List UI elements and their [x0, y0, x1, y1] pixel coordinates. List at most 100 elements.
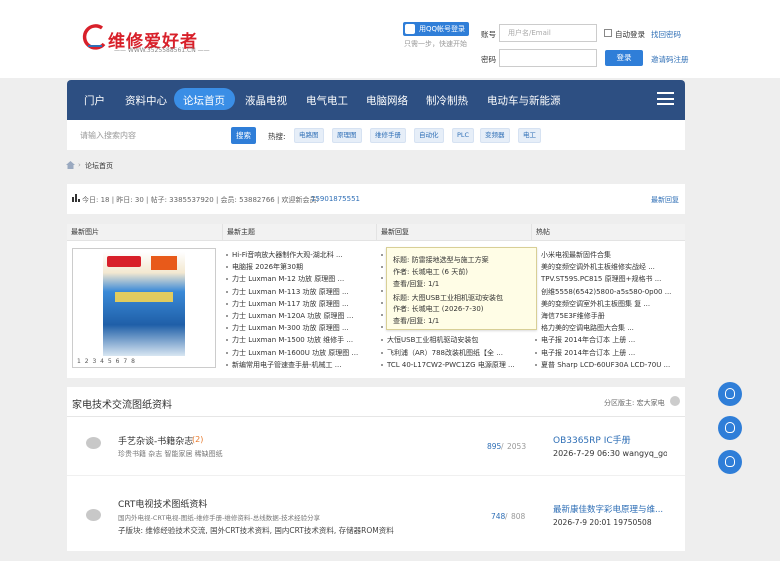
- forum-sep: /: [501, 442, 504, 451]
- last-post-title[interactable]: OB3365RP IC手册: [553, 433, 631, 446]
- hot-post-item[interactable]: 格力美的空调电路图大合集 ...: [535, 323, 681, 333]
- hot-post-item[interactable]: 海信75E3F维修手册: [535, 311, 681, 321]
- latest-topic-item[interactable]: 电脑报 2026年第30期: [226, 262, 372, 272]
- forum-subforums[interactable]: 子版块: 维修经验技术交流, 国外CRT技术资料, 国内CRT技术资料, 存储器…: [118, 525, 394, 536]
- nav-item-ev[interactable]: 电动车与新能源: [487, 93, 561, 108]
- float-wechat-button[interactable]: [718, 416, 742, 440]
- latest-reply-item[interactable]: TCL 40-L17CW2-PWC1ZG 电源原理 ...: [381, 360, 527, 370]
- latest-reply-link[interactable]: 最新回复: [651, 195, 679, 205]
- latest-topic-item-text: 新编常用电子管速查手册-机械工 ...: [232, 360, 342, 369]
- bullet-icon: [535, 339, 537, 342]
- latest-topic-item[interactable]: 力士 Luxman M-120A 功放 原理图 ...: [226, 311, 372, 321]
- tooltip-title: 标题: 大图USB工业相机驱动安装包: [393, 294, 503, 302]
- image-pager[interactable]: 1 2 3 4 5 6 7 8: [77, 358, 136, 365]
- bullet-icon: [226, 290, 228, 293]
- latest-topic-item-text: 力士 Luxman M-300 功放 原理图 ...: [232, 324, 349, 333]
- forum-new-count: (2): [192, 435, 204, 444]
- qq-login-button[interactable]: 用QQ帐号登录: [403, 22, 469, 36]
- forum-sep: /: [505, 512, 508, 521]
- section-moderator[interactable]: 分区版主: 宏大家电: [604, 398, 665, 408]
- float-qq-button[interactable]: [718, 382, 742, 406]
- hot-post-item[interactable]: 夏普 Sharp LCD-60UF30A LCD-70U ...: [535, 360, 681, 370]
- hot-post-item[interactable]: 电子报 2014年合订本 上册 ...: [535, 335, 681, 345]
- home-icon[interactable]: [66, 161, 75, 169]
- forum-status-icon: [86, 509, 101, 521]
- latest-topic-item[interactable]: 力士 Luxman M-117 功放 原理图 ...: [226, 299, 372, 309]
- latest-topic-item[interactable]: 力士 Luxman M-300 功放 原理图 ...: [226, 323, 372, 333]
- latest-topic-item-text: 力士 Luxman M-1600U 功放 原理图 ...: [232, 348, 359, 357]
- nav-item-computer[interactable]: 电脑网络: [366, 93, 408, 108]
- nav-item-lcd-tv[interactable]: 液晶电视: [245, 93, 287, 108]
- tooltip-author: 作者: 长城电工 (6 天前): [393, 268, 468, 276]
- last-post-meta[interactable]: 2026-7-29 06:30 wangyq_gooc: [553, 449, 667, 458]
- bullet-icon: [381, 314, 383, 316]
- nav-item-electrical[interactable]: 电气电工: [306, 93, 348, 108]
- hot-tag[interactable]: 电工: [518, 128, 541, 143]
- search-button[interactable]: 搜索: [231, 127, 256, 144]
- latest-reply-item[interactable]: 大恒USB工业相机驱动安装包: [381, 335, 527, 345]
- logo-icon: [82, 24, 106, 50]
- new-member-link[interactable]: 15901875551: [311, 195, 360, 203]
- last-post-title[interactable]: 最新康佳数字彩电原理与维...: [553, 503, 663, 515]
- last-post-meta[interactable]: 2026-7-9 20:01 19750508: [553, 518, 652, 527]
- hot-post-item-text: 小米电视最新固件合集: [541, 251, 611, 259]
- latest-topic-item[interactable]: 力士 Luxman M-1600U 功放 原理图 ...: [226, 348, 372, 358]
- forum-name[interactable]: CRT电视技术图纸资料: [118, 497, 207, 510]
- hot-tag[interactable]: 维修手册: [370, 128, 406, 143]
- latest-topic-item[interactable]: 力士 Luxman M-12 功放 原理图 ...: [226, 274, 372, 284]
- hot-post-item[interactable]: TPV.ST59S.PC815 原理图+规格书 ...: [535, 274, 681, 284]
- search-input[interactable]: 请输入搜索内容: [80, 130, 136, 141]
- hot-tag[interactable]: 原理图: [332, 128, 362, 143]
- bullet-icon: [381, 363, 383, 366]
- hot-tag[interactable]: 自动化: [414, 128, 444, 143]
- hot-tag[interactable]: 变频器: [480, 128, 510, 143]
- bar-chart-icon: [72, 194, 80, 202]
- divider: [67, 416, 685, 417]
- latest-topic-item[interactable]: 力士 Luxman M-113 功放 原理图 ...: [226, 287, 372, 297]
- hot-tag[interactable]: 电路图: [294, 128, 324, 143]
- bullet-icon: [381, 339, 383, 342]
- hot-post-item[interactable]: 创维5558(6542)5800-a5s580-0p00 ...: [535, 287, 681, 297]
- hot-post-item[interactable]: 美的变频空调室外机主板图集 复 ...: [535, 299, 681, 309]
- latest-topic-item-text: 力士 Luxman M-117 功放 原理图 ...: [232, 299, 349, 308]
- bullet-icon: [381, 289, 383, 292]
- bullet-icon: [226, 327, 228, 330]
- login-button[interactable]: 登录: [605, 50, 643, 66]
- latest-reply-item-text: TCL 40-L17CW2-PWC1ZG 电源原理 ...: [387, 360, 515, 369]
- collapse-icon[interactable]: [670, 396, 680, 406]
- account-input[interactable]: 用户名/Email: [499, 24, 597, 42]
- bullet-icon: [381, 351, 383, 354]
- menu-icon[interactable]: [657, 92, 674, 105]
- qq-icon: [725, 456, 735, 467]
- hot-post-item[interactable]: 美的变频空调外机主板维修实战经 ...: [535, 262, 681, 272]
- latest-image-thumbnail[interactable]: 1 2 3 4 5 6 7 8: [72, 248, 216, 368]
- latest-topic-item[interactable]: 力士 Luxman M-1500 功放 维修手 ...: [226, 335, 372, 345]
- forum-name[interactable]: 手艺杂谈-书籍杂志: [118, 434, 193, 447]
- bullet-icon: [381, 266, 383, 269]
- latest-topic-item[interactable]: Hi-Fi音响放大器制作大观-湖北科 ...: [226, 250, 372, 260]
- password-input[interactable]: [499, 49, 597, 67]
- hot-post-item-text: 创维5558(6542)5800-a5s580-0p00 ...: [541, 287, 672, 296]
- hot-tag[interactable]: PLC: [452, 128, 475, 143]
- nav-item-resources[interactable]: 资料中心: [125, 93, 167, 108]
- latest-topic-item[interactable]: 新编常用电子管速查手册-机械工 ...: [226, 360, 372, 370]
- breadcrumb[interactable]: 论坛首页: [85, 161, 113, 171]
- register-link[interactable]: 邀请码注册: [651, 54, 689, 65]
- latest-topic-item-text: 力士 Luxman M-113 功放 原理图 ...: [232, 287, 349, 296]
- nav-item-portal[interactable]: 门户: [84, 93, 105, 108]
- float-qq-button[interactable]: [718, 450, 742, 474]
- auto-login-checkbox[interactable]: [604, 29, 612, 37]
- find-password-link[interactable]: 找回密码: [651, 29, 681, 40]
- hot-search-label: 热搜:: [268, 132, 286, 141]
- section-title[interactable]: 家电技术交流图纸资料: [72, 396, 172, 411]
- tooltip-views: 查看/回复: 1/1: [393, 317, 440, 325]
- bullet-icon: [535, 363, 537, 366]
- nav-item-hvac[interactable]: 制冷制热: [426, 93, 468, 108]
- latest-topic-item-text: 力士 Luxman M-120A 功放 原理图 ...: [232, 312, 354, 320]
- nav-item-forum-home[interactable]: 论坛首页: [183, 93, 225, 108]
- magazine-badge: [151, 256, 177, 270]
- latest-reply-item[interactable]: 飞利浦（AR）788改装机图纸【全 ...: [381, 348, 527, 358]
- hot-post-item[interactable]: 电子报 2014年合订本 上册 ...: [535, 348, 681, 358]
- hot-post-item[interactable]: 小米电视最新固件合集: [535, 250, 681, 260]
- hot-post-item-text: 美的变频空调外机主板维修实战经 ...: [541, 263, 655, 272]
